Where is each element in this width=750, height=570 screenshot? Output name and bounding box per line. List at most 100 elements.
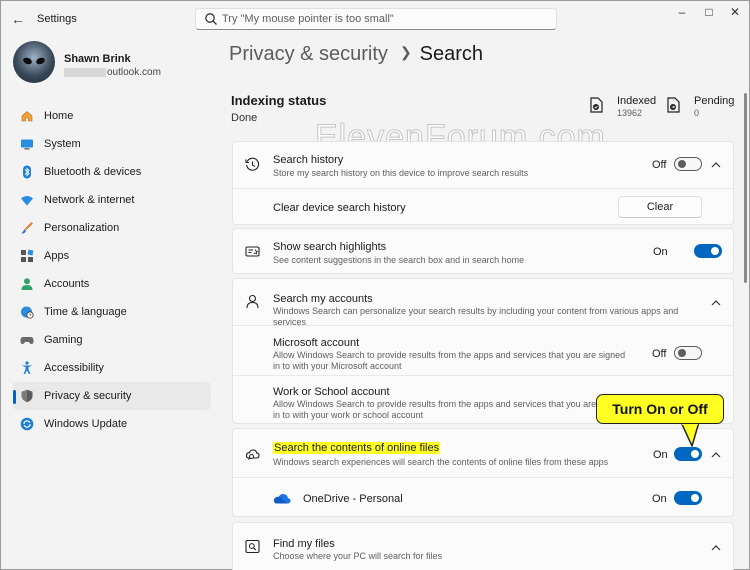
paintbrush-icon bbox=[21, 222, 33, 234]
work-account-title: Work or School account bbox=[273, 386, 390, 398]
sidebar-item-label: Network & internet bbox=[44, 194, 135, 206]
chevron-up-icon[interactable] bbox=[710, 297, 722, 309]
onedrive-icon bbox=[274, 494, 291, 504]
search-accounts-row[interactable]: Search my accounts Windows Search can pe… bbox=[233, 279, 733, 327]
find-files-card: Find my files Choose where your PC will … bbox=[232, 522, 734, 570]
sidebar-item-time-language[interactable]: Time & language bbox=[13, 298, 211, 326]
sidebar-item-accounts[interactable]: Accounts bbox=[13, 270, 211, 298]
avatar bbox=[13, 41, 55, 83]
find-files-row[interactable]: Find my files Choose where your PC will … bbox=[233, 523, 733, 570]
sidebar-item-privacy-security[interactable]: Privacy & security bbox=[13, 382, 211, 410]
microsoft-account-desc: Allow Windows Search to provide results … bbox=[273, 350, 626, 371]
onedrive-row[interactable]: OneDrive - Personal On bbox=[233, 477, 733, 517]
home-icon bbox=[21, 111, 33, 122]
pending-count: 0 bbox=[694, 108, 700, 118]
sidebar-item-label: Apps bbox=[44, 250, 70, 262]
sidebar-item-system[interactable]: System bbox=[13, 130, 211, 158]
search-accounts-title: Search my accounts bbox=[273, 293, 373, 305]
monitor-icon bbox=[21, 139, 33, 150]
history-icon bbox=[245, 157, 260, 171]
person-icon bbox=[21, 278, 33, 290]
chevron-up-icon[interactable] bbox=[710, 159, 722, 171]
search-highlights-title: Show search highlights bbox=[273, 241, 387, 253]
folder-search-icon bbox=[245, 539, 260, 554]
search-highlights-state: On bbox=[653, 246, 668, 258]
search-highlights-row[interactable]: Show search highlights See content sugge… bbox=[233, 229, 733, 273]
search-input[interactable] bbox=[222, 11, 542, 27]
sidebar-item-label: Windows Update bbox=[44, 418, 128, 430]
microsoft-account-row[interactable]: Microsoft account Allow Windows Search t… bbox=[233, 325, 733, 375]
search-highlights-desc: See content suggestions in the search bo… bbox=[273, 255, 525, 265]
sidebar-item-personalization[interactable]: Personalization bbox=[13, 214, 211, 242]
chevron-up-icon[interactable] bbox=[710, 542, 722, 554]
callout-arrow bbox=[680, 422, 700, 447]
sidebar-nav: Home System Bluetooth & devices Network … bbox=[13, 102, 211, 438]
settings-window: ← Settings – □ ✕ Shawn Brink outlook.com… bbox=[0, 0, 750, 570]
search-history-desc: Store my search history on this device t… bbox=[273, 168, 529, 178]
sidebar-item-apps[interactable]: Apps bbox=[13, 242, 211, 270]
clear-button[interactable]: Clear bbox=[618, 196, 702, 218]
sidebar-item-windows-update[interactable]: Windows Update bbox=[13, 410, 211, 438]
sidebar-item-label: Personalization bbox=[44, 222, 120, 234]
callout-label: Turn On or Off bbox=[596, 394, 724, 424]
find-files-title: Find my files bbox=[273, 538, 335, 550]
find-files-desc: Choose where your PC will search for fil… bbox=[273, 551, 443, 561]
microsoft-account-toggle[interactable] bbox=[674, 346, 702, 360]
indexed-label: Indexed bbox=[617, 95, 657, 107]
clear-history-row: Clear device search history Clear bbox=[233, 188, 733, 225]
search-history-state: Off bbox=[652, 159, 667, 171]
bluetooth-icon bbox=[23, 165, 31, 179]
online-files-card: Search the contents of online files Wind… bbox=[232, 428, 734, 517]
globe-clock-icon bbox=[21, 306, 34, 319]
page-title: Search bbox=[419, 43, 484, 65]
microsoft-account-state: Off bbox=[652, 348, 667, 360]
online-files-state: On bbox=[653, 449, 668, 461]
person-icon bbox=[246, 294, 259, 309]
sidebar-item-home[interactable]: Home bbox=[13, 102, 211, 130]
sidebar-item-label: System bbox=[44, 138, 81, 150]
shield-icon bbox=[21, 389, 33, 403]
gamepad-icon bbox=[20, 337, 34, 344]
sidebar-item-network[interactable]: Network & internet bbox=[13, 186, 211, 214]
online-files-desc: Windows search experiences will search t… bbox=[273, 457, 609, 467]
online-files-row[interactable]: Search the contents of online files Wind… bbox=[233, 429, 733, 477]
search-highlights-toggle[interactable] bbox=[694, 244, 722, 258]
chevron-up-icon[interactable] bbox=[710, 449, 722, 461]
cloud-search-icon bbox=[245, 449, 260, 460]
sidebar-item-label: Time & language bbox=[44, 306, 127, 318]
onedrive-state: On bbox=[652, 493, 667, 505]
search-history-card: Search history Store my search history o… bbox=[232, 141, 734, 225]
settings-search-box[interactable] bbox=[195, 8, 557, 30]
sidebar-item-gaming[interactable]: Gaming bbox=[13, 326, 211, 354]
indexing-status-value: Done bbox=[231, 112, 258, 124]
app-title: Settings bbox=[37, 13, 77, 25]
sidebar-item-label: Home bbox=[44, 110, 74, 122]
scrollbar[interactable] bbox=[744, 93, 747, 283]
sidebar-item-label: Bluetooth & devices bbox=[44, 166, 142, 178]
sidebar-item-label: Gaming bbox=[44, 334, 83, 346]
highlights-icon bbox=[245, 246, 260, 257]
search-history-toggle[interactable] bbox=[674, 157, 702, 171]
clear-history-label: Clear device search history bbox=[273, 202, 406, 214]
onedrive-toggle[interactable] bbox=[674, 491, 702, 505]
apps-icon bbox=[21, 249, 34, 262]
user-email: outlook.com bbox=[64, 67, 161, 78]
close-icon[interactable]: ✕ bbox=[724, 5, 746, 19]
sidebar-item-label: Privacy & security bbox=[44, 390, 132, 402]
breadcrumb-parent[interactable]: Privacy & security bbox=[229, 43, 388, 65]
minimize-icon[interactable]: – bbox=[671, 5, 693, 19]
back-arrow-icon[interactable]: ← bbox=[9, 10, 27, 28]
chevron-right-icon: ❯ bbox=[399, 44, 412, 60]
search-history-title: Search history bbox=[273, 154, 344, 166]
maximize-icon[interactable]: □ bbox=[698, 5, 720, 19]
sidebar-item-label: Accounts bbox=[44, 278, 90, 290]
breadcrumb: Privacy & security ❯ Search bbox=[229, 43, 483, 66]
update-icon bbox=[20, 417, 34, 431]
sidebar-item-bluetooth[interactable]: Bluetooth & devices bbox=[13, 158, 211, 186]
search-history-row[interactable]: Search history Store my search history o… bbox=[233, 142, 733, 188]
sidebar-item-accessibility[interactable]: Accessibility bbox=[13, 354, 211, 382]
search-highlights-card: Show search highlights See content sugge… bbox=[232, 228, 734, 274]
user-profile[interactable]: Shawn Brink outlook.com bbox=[13, 41, 213, 85]
accessibility-icon bbox=[21, 361, 33, 374]
search-icon bbox=[205, 13, 217, 25]
